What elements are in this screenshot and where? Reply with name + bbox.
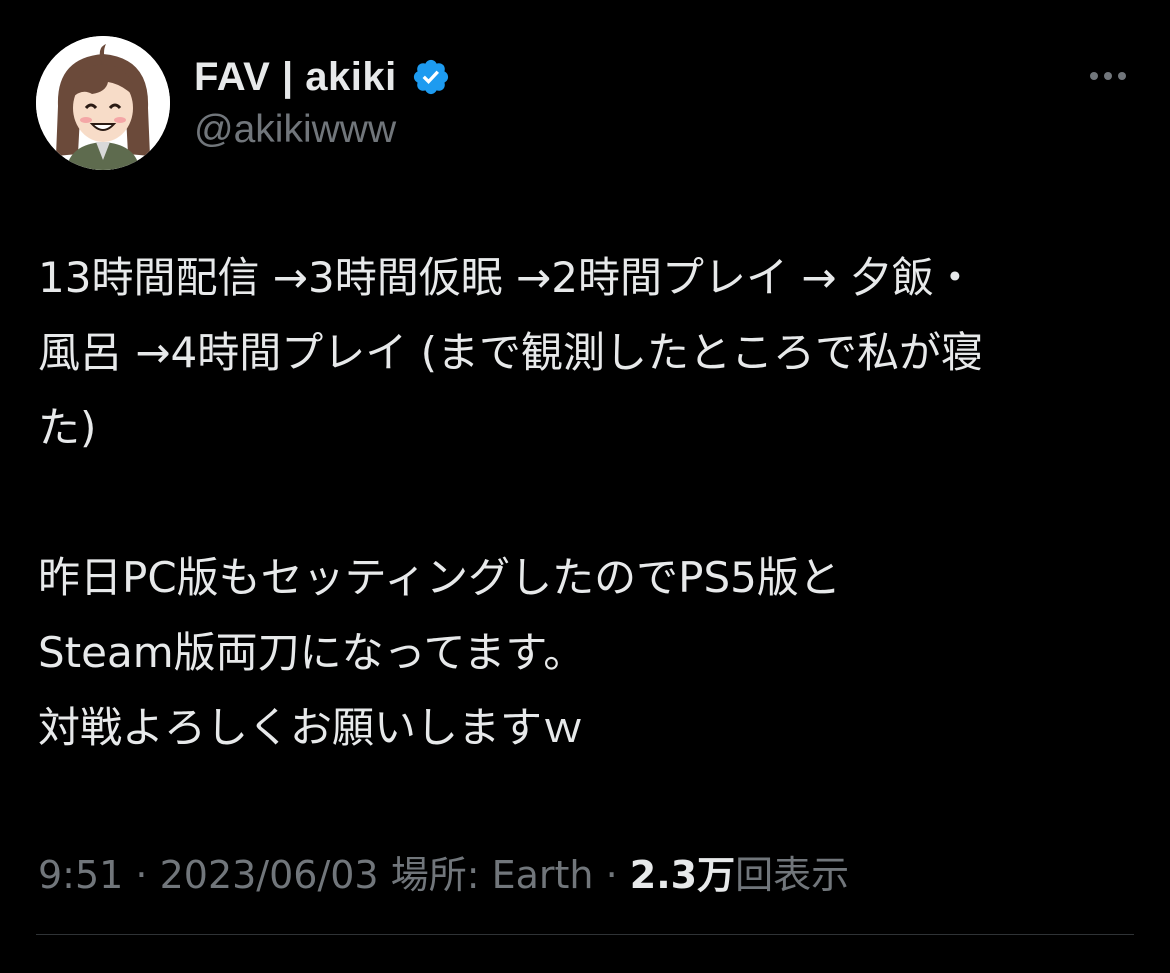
- author-handle[interactable]: @akikiwww: [194, 108, 396, 152]
- tweet-line: 風呂 →4時間プレイ (まで観測したところで私が寝: [38, 328, 984, 377]
- meta-separator: ·: [593, 853, 630, 897]
- tweet-line: 対戦よろしくお願いしますｗ: [38, 703, 585, 752]
- tweet-line: Steam版両刀になってます。: [38, 628, 586, 677]
- verified-badge-icon: [413, 59, 448, 95]
- avatar[interactable]: [36, 36, 170, 170]
- views-label: 回表示: [735, 853, 850, 897]
- more-horizontal-icon-dot: [1118, 72, 1126, 80]
- display-name[interactable]: FAV | akiki: [194, 55, 397, 100]
- more-options-button[interactable]: [1082, 58, 1134, 94]
- divider: [36, 934, 1134, 935]
- author-name-row: FAV | akiki: [194, 52, 451, 102]
- tweet-line: た): [38, 403, 97, 452]
- tweet-line: 13時間配信 →3時間仮眠 →2時間プレイ → 夕飯・: [38, 253, 976, 302]
- views-count[interactable]: 2.3万: [630, 853, 735, 897]
- avatar-illustration-icon: [36, 36, 170, 170]
- more-horizontal-icon: [1090, 72, 1098, 80]
- tweet-text: 13時間配信 →3時間仮眠 →2時間プレイ → 夕飯・ 風呂 →4時間プレイ (…: [38, 240, 1128, 765]
- tweet-meta: 9:51 · 2023/06/03 場所: Earth · 2.3万回表示: [38, 844, 849, 899]
- tweet-date[interactable]: 2023/06/03: [160, 853, 379, 897]
- tweet-time[interactable]: 9:51: [38, 853, 123, 897]
- tweet-detail: FAV | akiki @akikiwww 13時間配信 →3時間仮眠 →2時間…: [0, 0, 1170, 973]
- meta-separator: ·: [123, 853, 160, 897]
- more-horizontal-icon-dot: [1104, 72, 1112, 80]
- tweet-location: 場所: Earth: [390, 853, 594, 897]
- tweet-line: 昨日PC版もセッティングしたのでPS5版と: [38, 553, 841, 602]
